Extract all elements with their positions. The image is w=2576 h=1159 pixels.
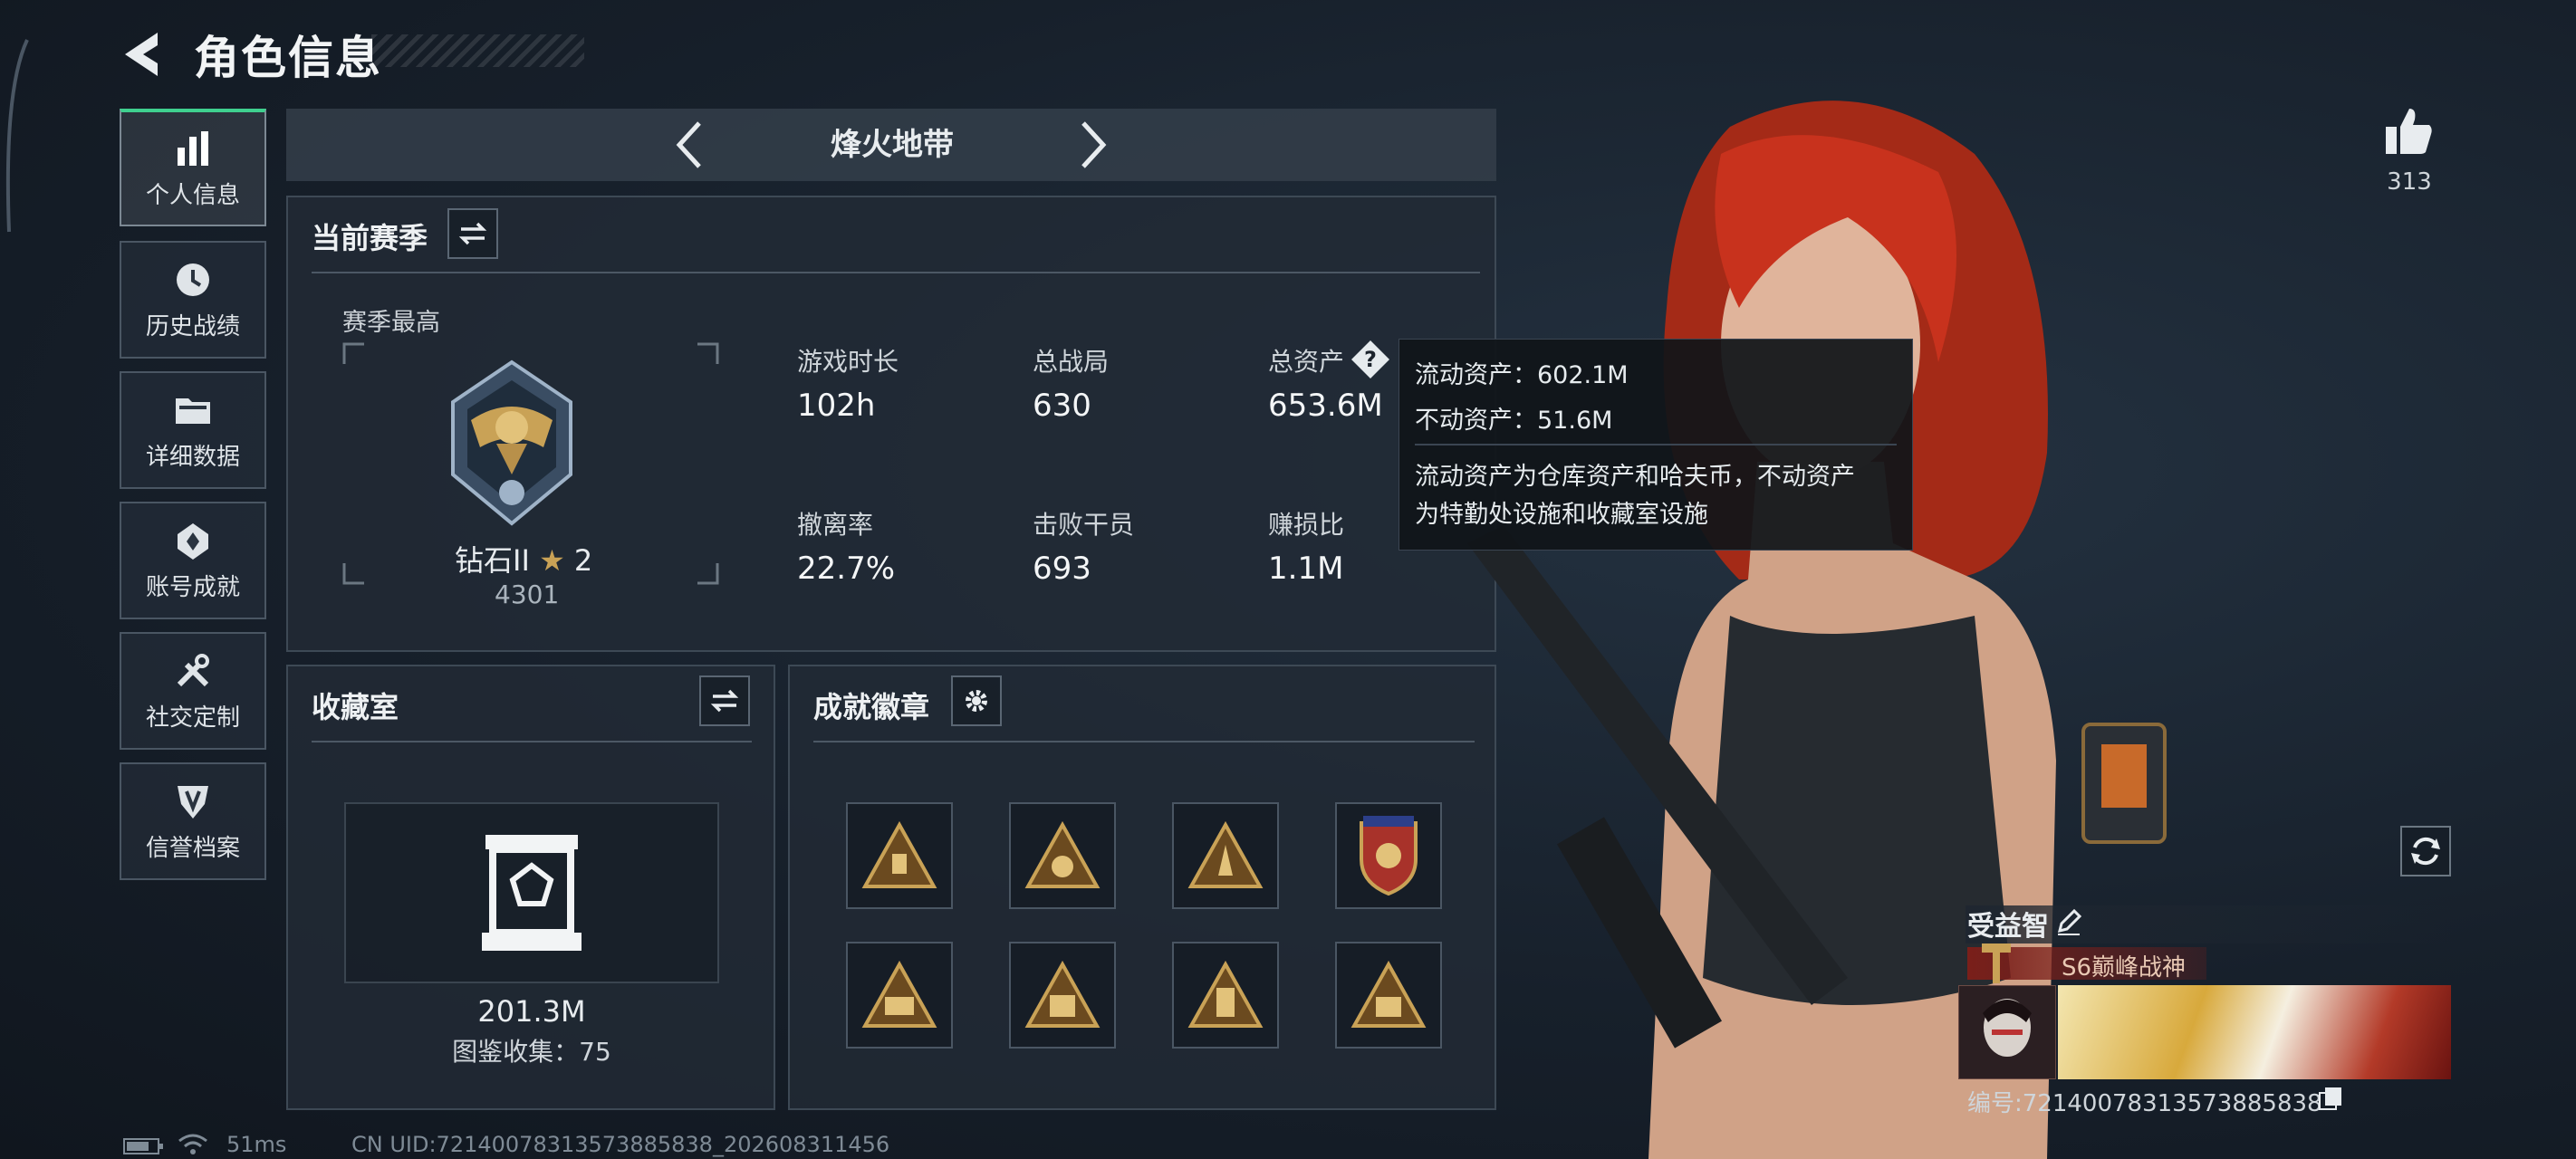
stat-value: 653.6M [1268,388,1383,424]
display-case-icon [482,835,582,951]
thumbs-up-icon[interactable] [2382,105,2435,158]
badge-6-icon [1024,961,1101,1028]
title-decoration [371,34,584,67]
page-title: 角色信息 [194,32,382,84]
divider [1415,444,1897,445]
sidebar-item-achievements[interactable]: 账号成就 [120,502,266,619]
rank-title-icon [1982,943,2011,983]
stat-label: 游戏时长 [797,347,899,377]
achievement-badge[interactable] [1009,942,1116,1049]
sidebar-item-label: 详细数据 [145,443,240,471]
achievement-badge[interactable] [1009,802,1116,909]
uid-footer: CN UID:7214007831357388583­8_20260831145… [351,1132,890,1157]
achievement-icon [178,522,208,560]
section-title: 成就徽章 [813,690,930,724]
achievement-badge[interactable] [1172,942,1279,1049]
stat-value: 22.7% [797,551,896,587]
sidebar-item-label: 信誉档案 [145,834,240,862]
likes-count: 313 [2387,168,2432,196]
rank-stars: 2 [573,543,593,578]
copy-icon[interactable] [2317,1085,2344,1112]
battery-icon [123,1138,163,1154]
badge-settings-button[interactable] [951,675,1002,726]
divider [813,741,1475,742]
divider [312,272,1480,273]
edit-icon[interactable] [2054,907,2083,936]
sidebar-item-label: 社交定制 [145,704,240,732]
player-title: S6巅峰战神 [2062,954,2187,982]
rank-name-text: 钻石II [455,543,530,578]
sidebar-item-label: 账号成就 [145,573,240,601]
stat-value: 693 [1033,551,1091,587]
shield-icon [178,785,208,819]
diamond-rank-emblem-icon [451,359,572,526]
clock-icon [177,263,209,296]
frame-decoration [5,39,29,233]
gear-icon [966,690,987,712]
sidebar-item-history[interactable]: 历史战绩 [120,241,266,359]
folder-icon [176,398,210,424]
stat-value: 102h [797,388,876,424]
rank-name: 钻石II ★ 2 [455,538,592,580]
player-avatar[interactable] [1958,985,2056,1079]
badge-4-icon [1360,816,1418,896]
ping: 51ms [226,1132,287,1157]
badge-3-icon [1187,821,1264,888]
bar-chart-icon [178,130,208,166]
rank-score: 4301 [495,580,560,609]
sidebar-item-social-custom[interactable]: 社交定制 [120,632,266,750]
achievement-badge[interactable] [1335,942,1442,1049]
sidebar-item-label: 个人信息 [145,181,240,209]
stat-label: 撤离率 [797,510,874,540]
switch-season-button[interactable] [447,208,498,259]
section-title: 当前赛季 [312,221,428,255]
stat-label: 总资产 [1268,347,1345,377]
stat-label: 总战局 [1033,347,1110,377]
svg-text:?: ? [1364,347,1377,372]
liquid-assets: 流动资产：602.1M [1415,361,1629,389]
chevron-right-icon[interactable] [1074,118,1110,172]
stat-label: 赚损比 [1268,510,1345,540]
fixed-assets: 不动资产：51.6M [1415,407,1613,435]
chevron-left-icon[interactable] [672,118,708,172]
star-icon: ★ [539,543,565,578]
swap-icon [710,689,739,713]
sidebar-item-detailed-data[interactable]: 详细数据 [120,371,266,489]
player-id: 编号:7214007831357388583­8 [1967,1090,2322,1117]
section-title: 收藏室 [312,690,399,724]
achievement-badge[interactable] [1335,802,1442,909]
collection-value: 201.3M [477,994,586,1029]
stat-value: 1.1M [1268,551,1344,587]
badge-1-icon [861,821,937,888]
tooltip-desc-line1: 流动资产为仓库资产和哈夫币，不动资产 [1415,463,1855,491]
achievement-badge[interactable] [1172,802,1279,909]
back-arrow-icon[interactable] [118,27,172,81]
badge-2-icon [1024,821,1101,888]
badge-5-icon [861,961,937,1028]
player-name: 受益智 [1967,911,2049,943]
tools-icon [177,653,209,686]
name-card-banner[interactable] [2058,985,2451,1079]
sidebar-item-personal-info[interactable]: 个人信息 [120,109,266,226]
sidebar-item-reputation[interactable]: 信誉档案 [120,762,266,880]
badge-7-icon [1187,961,1264,1028]
collection-switch-button[interactable] [699,675,750,726]
achievement-badge[interactable] [846,942,953,1049]
wifi-icon [178,1134,207,1154]
avatar-icon [1959,986,2055,1078]
help-icon[interactable]: ? [1350,339,1391,380]
refresh-button[interactable] [2400,826,2451,876]
badge-8-icon [1350,961,1427,1028]
stat-label: 击败干员 [1033,510,1135,540]
swap-icon [458,222,487,245]
stat-value: 630 [1033,388,1091,424]
season-best-label: 赛季最高 [342,309,440,337]
game-mode-name: 烽火地带 [831,127,954,163]
sidebar-item-label: 历史战绩 [145,312,240,340]
catalog-count: 图鉴收集：75 [452,1037,611,1067]
divider [312,741,752,742]
achievement-badge[interactable] [846,802,953,909]
refresh-icon [2411,837,2440,866]
tooltip-desc-line2: 为特勤处设施和收藏室设施 [1415,501,1708,529]
